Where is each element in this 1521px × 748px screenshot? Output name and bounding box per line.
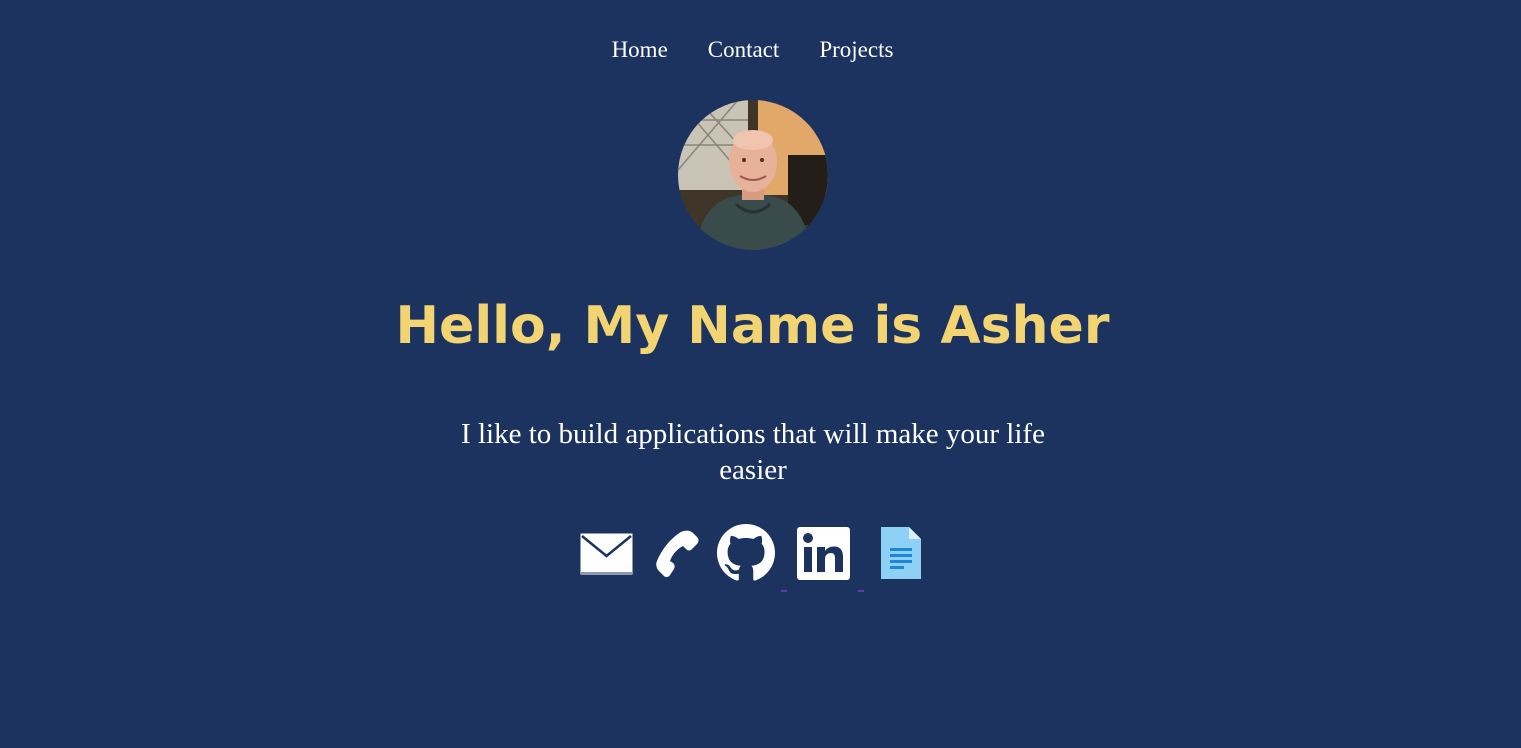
nav-projects-link[interactable]: Projects (819, 34, 893, 66)
main-nav: Home Contact Projects (0, 34, 1505, 66)
nav-home-link[interactable]: Home (612, 34, 668, 66)
social-links (0, 522, 1505, 592)
hero-title: Hello, My Name is Asher (395, 296, 1110, 356)
link-focus-marker (781, 590, 787, 592)
envelope-icon[interactable] (580, 533, 633, 575)
github-icon[interactable] (717, 524, 775, 582)
nav-contact-link[interactable]: Contact (708, 34, 780, 66)
profile-avatar (678, 100, 828, 250)
phone-icon[interactable] (651, 529, 701, 579)
hero-tagline: I like to build applications that will m… (461, 418, 1045, 486)
link-focus-marker (858, 590, 864, 592)
linkedin-icon[interactable] (797, 527, 850, 580)
document-icon[interactable] (881, 527, 921, 579)
